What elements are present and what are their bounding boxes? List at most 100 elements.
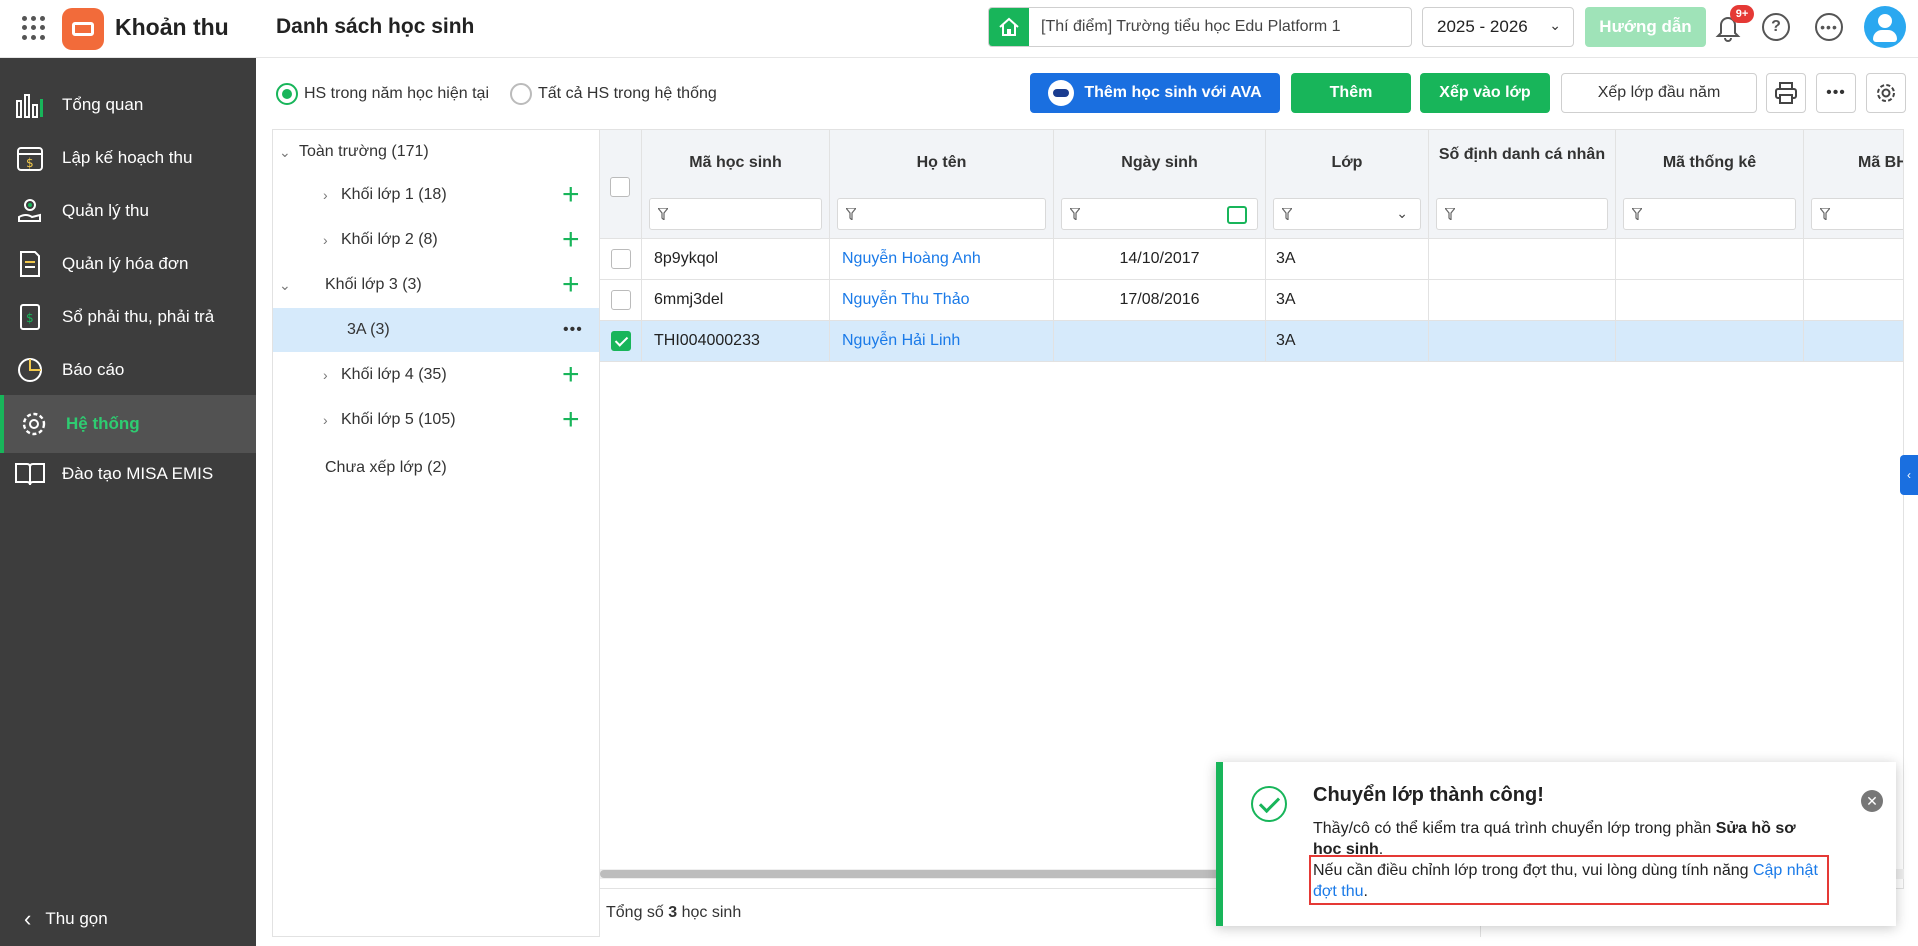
add-class-plus-icon[interactable]: + — [562, 360, 580, 390]
funnel-icon — [1445, 208, 1455, 220]
robot-icon — [1048, 80, 1075, 106]
year-value: 2025 - 2026 — [1437, 17, 1528, 36]
add-class-plus-icon[interactable]: + — [562, 225, 580, 255]
help-icon[interactable]: ? — [1762, 13, 1790, 41]
side-panel-toggle[interactable]: ‹ — [1900, 455, 1918, 495]
avatar[interactable] — [1864, 6, 1906, 48]
table-row[interactable]: 6mmj3del Nguyễn Thu Thảo 17/08/2016 3A — [600, 280, 1903, 321]
add-class-plus-icon[interactable]: + — [562, 405, 580, 435]
total-count: Tổng số 3 học sinh — [606, 904, 741, 922]
table-row[interactable]: 8p9ykqol Nguyễn Hoàng Anh 14/10/2017 3A — [600, 239, 1903, 280]
table-settings-gear-icon[interactable] — [1866, 73, 1906, 113]
school-selector[interactable]: [Thí điểm] Trường tiểu học Edu Platform … — [988, 7, 1412, 47]
sidebar-item-label: Quản lý thu — [62, 201, 149, 220]
row-checkbox[interactable] — [610, 290, 631, 310]
add-button[interactable]: Thêm — [1291, 73, 1411, 113]
tree-node-grade3[interactable]: ⌄ Khối lớp 3 (3) + — [273, 263, 599, 307]
calendar-icon[interactable] — [1227, 206, 1247, 224]
assign-class-button[interactable]: Xếp vào lớp — [1420, 73, 1550, 113]
chevron-right-icon[interactable]: › — [323, 412, 328, 428]
radio-current-label: HS trong năm học hiện tại — [304, 85, 489, 102]
toast-message-1-text: Thầy/cô có thể kiểm tra quá trình chuyển… — [1313, 820, 1716, 837]
cell-full-name-text[interactable]: Nguyễn Hoàng Anh — [842, 250, 981, 268]
cell-dob: 14/10/2017 — [1054, 239, 1266, 279]
toast-message-1: Thầy/cô có thể kiểm tra quá trình chuyển… — [1313, 818, 1823, 860]
cell-student-code: THI004000233 — [642, 321, 830, 361]
row-checkbox[interactable] — [610, 249, 631, 269]
tree-node-grade1[interactable]: › Khối lớp 1 (18) + — [273, 173, 599, 217]
collapse-sidebar-button[interactable]: ‹ Thu gọn — [24, 906, 108, 932]
personal-id-filter[interactable] — [1436, 198, 1608, 230]
funnel-icon — [1820, 208, 1830, 220]
year-select[interactable]: 2025 - 2026 ⌄ — [1422, 7, 1574, 47]
select-all-checkbox[interactable] — [610, 177, 630, 197]
more-actions-icon[interactable]: ••• — [1816, 73, 1856, 113]
dob-filter[interactable] — [1061, 198, 1258, 230]
guide-button[interactable]: Hướng dẫn — [1585, 7, 1706, 47]
tree-node-grade5[interactable]: › Khối lớp 5 (105) + — [273, 398, 599, 442]
tree-node-grade2[interactable]: › Khối lớp 2 (8) + — [273, 218, 599, 262]
class-options-icon[interactable]: ••• — [563, 321, 583, 339]
col-student-code-label: Mã học sinh — [689, 154, 782, 171]
cell-personal-id — [1429, 239, 1616, 279]
student-code-filter[interactable] — [649, 198, 822, 230]
add-class-plus-icon[interactable]: + — [562, 180, 580, 210]
col-student-code: Mã học sinh — [642, 130, 830, 239]
tree-node-class-3a[interactable]: 3A (3) ••• — [273, 308, 599, 352]
total-prefix: Tổng số — [606, 904, 664, 921]
add-class-plus-icon[interactable]: + — [562, 270, 580, 300]
cell-personal-id — [1429, 321, 1616, 361]
sidebar-item-6[interactable]: Báo cáo — [0, 341, 256, 399]
chevron-right-icon[interactable]: › — [323, 187, 328, 203]
full-name-filter[interactable] — [837, 198, 1046, 230]
chevron-down-icon[interactable]: ⌄ — [1396, 205, 1408, 222]
tree-unassigned-label: Chưa xếp lớp (2) — [325, 459, 447, 476]
cell-select — [600, 239, 642, 279]
class-filter[interactable]: ⌄ — [1273, 198, 1421, 230]
more-options-icon[interactable]: ••• — [1815, 13, 1843, 41]
sidebar-item-2[interactable]: $ Lập kế hoạch thu — [0, 129, 256, 187]
notification-badge: 9+ — [1730, 5, 1754, 23]
chevron-right-icon[interactable]: › — [323, 367, 328, 383]
cell-select — [600, 321, 642, 361]
radio-on-icon — [276, 83, 298, 105]
page-title: Danh sách học sinh — [276, 15, 475, 38]
sidebar-item-8[interactable]: Đào tạo MISA EMIS — [0, 445, 256, 503]
gear-icon — [18, 408, 50, 440]
sidebar-item-1[interactable]: Tổng quan — [0, 76, 256, 134]
sidebar: Tổng quan $ Lập kế hoạch thu Quản lý thu Quả… — [0, 58, 256, 946]
col-full-name-label: Họ tên — [916, 154, 967, 171]
sidebar-item-5[interactable]: $ Sổ phải thu, phải trả — [0, 288, 256, 346]
chevron-down-icon[interactable]: ⌄ — [279, 144, 291, 161]
toast-message-2-end: . — [1363, 883, 1368, 900]
col-stat-code: Mã thống kê — [1616, 130, 1804, 239]
early-year-assign-button[interactable]: Xếp lớp đầu năm — [1561, 73, 1757, 113]
sidebar-item-4[interactable]: Quản lý hóa đơn — [0, 235, 256, 293]
app-grid-icon[interactable] — [22, 16, 46, 40]
stat-code-filter[interactable] — [1623, 198, 1796, 230]
radio-all-label: Tất cả HS trong hệ thống — [538, 85, 717, 102]
tree-node-unassigned[interactable]: Chưa xếp lớp (2) — [273, 446, 599, 490]
app-logo-icon — [62, 8, 104, 50]
cell-class-text: 3A — [1276, 291, 1296, 308]
cell-full-name-text[interactable]: Nguyễn Hải Linh — [842, 332, 960, 350]
sidebar-item-3[interactable]: Quản lý thu — [0, 182, 256, 240]
row-checkbox[interactable] — [610, 331, 631, 351]
tree-node-root[interactable]: ⌄ Toàn trường (171) — [273, 130, 599, 174]
chevron-right-icon[interactable]: › — [323, 232, 328, 248]
insurance-code-filter[interactable] — [1811, 198, 1903, 230]
cell-full-name-text[interactable]: Nguyễn Thu Thảo — [842, 291, 970, 309]
col-dob-label: Ngày sinh — [1121, 154, 1198, 171]
add-student-ava-button[interactable]: Thêm học sinh với AVA — [1030, 73, 1280, 113]
tree-node-grade4[interactable]: › Khối lớp 4 (35) + — [273, 353, 599, 397]
radio-current-year[interactable]: HS trong năm học hiện tại — [276, 83, 489, 105]
cell-student-code: 6mmj3del — [642, 280, 830, 320]
funnel-icon — [1632, 208, 1642, 220]
chevron-down-icon[interactable]: ⌄ — [279, 277, 291, 294]
radio-all-students[interactable]: Tất cả HS trong hệ thống — [510, 83, 717, 105]
table-row[interactable]: THI004000233 Nguyễn Hải Linh 3A — [600, 321, 1903, 362]
class-tree: ⌄ Toàn trường (171) › Khối lớp 1 (18) + … — [272, 129, 600, 937]
print-icon[interactable] — [1766, 73, 1806, 113]
close-icon[interactable]: ✕ — [1861, 790, 1883, 812]
ledger-icon: $ — [14, 301, 46, 333]
